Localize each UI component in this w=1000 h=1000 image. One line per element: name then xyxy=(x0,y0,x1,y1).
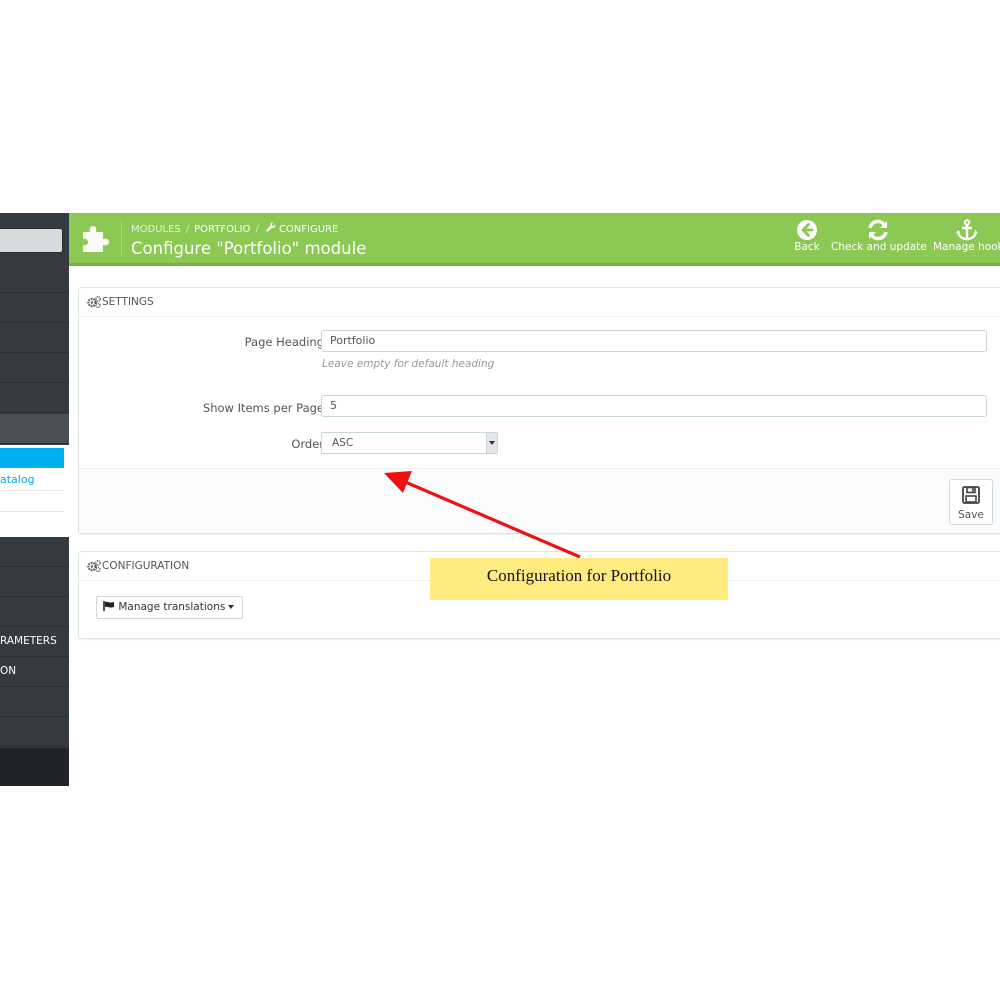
sidebar: atalog RAMETERS ON xyxy=(0,213,69,786)
sidebar-item-modules[interactable] xyxy=(0,414,69,444)
breadcrumb-modules[interactable]: MODULES xyxy=(131,224,181,235)
sidebar-submenu: atalog xyxy=(0,445,69,537)
main-content: SETTINGS Page Heading Portfolio Leave em… xyxy=(69,266,1000,786)
sidebar-item-section[interactable]: ON xyxy=(0,657,69,687)
settings-panel-title: SETTINGS xyxy=(102,296,154,308)
breadcrumb-portfolio[interactable]: PORTFOLIO xyxy=(194,224,250,235)
sidebar-subitem-catalog[interactable]: atalog xyxy=(0,470,64,491)
page-title: Configure "Portfolio" module xyxy=(131,239,367,258)
settings-panel-heading: SETTINGS xyxy=(79,288,1000,317)
check-and-update-label: Check and update xyxy=(831,241,927,253)
sidebar-item[interactable] xyxy=(0,687,69,717)
sidebar-item[interactable] xyxy=(0,293,69,323)
breadcrumb: MODULES / PORTFOLIO / CONFIGURE xyxy=(131,222,339,235)
anchor-icon xyxy=(933,219,1000,241)
back-button[interactable]: Back xyxy=(793,219,821,253)
sidebar-item[interactable] xyxy=(0,597,69,627)
sidebar-item[interactable] xyxy=(0,717,69,747)
sidebar-subitem[interactable] xyxy=(0,491,64,512)
settings-panel-footer: Save xyxy=(79,468,1000,533)
settings-panel: SETTINGS Page Heading Portfolio Leave em… xyxy=(78,287,1000,534)
manage-translations-label: Manage translations xyxy=(118,601,226,613)
sidebar-item[interactable] xyxy=(0,323,69,353)
page-heading-input[interactable]: Portfolio xyxy=(321,330,987,352)
cogs-icon xyxy=(87,296,101,308)
sidebar-item-parameters[interactable]: RAMETERS xyxy=(0,627,69,657)
flag-icon xyxy=(103,601,114,611)
back-label: Back xyxy=(794,241,820,253)
refresh-icon xyxy=(831,219,925,241)
sidebar-item-label: ON xyxy=(0,665,17,677)
sidebar-footer xyxy=(0,748,69,786)
sidebar-item[interactable] xyxy=(0,567,69,597)
arrow-left-circle-icon xyxy=(793,219,821,241)
screenshot-region: atalog RAMETERS ON MODULES / PORTFOLIO / CO… xyxy=(0,213,1000,786)
sidebar-item[interactable] xyxy=(0,353,69,383)
wrench-icon xyxy=(266,222,276,235)
page-header: MODULES / PORTFOLIO / CONFIGURE Configure "… xyxy=(69,213,1000,266)
save-label: Save xyxy=(958,509,984,521)
breadcrumb-configure: CONFIGURE xyxy=(278,224,339,235)
sidebar-subitem-label: atalog xyxy=(0,473,35,486)
manage-hooks-button[interactable]: Manage hook xyxy=(933,219,1000,253)
check-and-update-button[interactable]: Check and update xyxy=(831,219,927,253)
sidebar-item[interactable] xyxy=(0,537,69,567)
sidebar-item[interactable] xyxy=(0,383,69,413)
order-label: Order xyxy=(291,437,324,451)
order-select[interactable]: ASC xyxy=(321,432,498,454)
save-button[interactable]: Save xyxy=(949,479,993,525)
puzzle-icon xyxy=(83,226,109,252)
sidebar-item-label: RAMETERS xyxy=(0,635,57,647)
manage-translations-button[interactable]: Manage translations xyxy=(96,596,244,619)
page-heading-help: Leave empty for default heading xyxy=(322,358,495,370)
order-select-value: ASC xyxy=(332,437,354,449)
floppy-disk-icon xyxy=(962,486,980,504)
sidebar-item[interactable] xyxy=(0,263,69,293)
caret-down-icon xyxy=(228,605,235,609)
items-per-page-label: Show Items per Page xyxy=(202,401,324,415)
header-divider xyxy=(121,220,122,256)
page-heading-label: Page Heading xyxy=(244,335,324,349)
select-arrow-icon xyxy=(486,433,497,453)
configuration-panel-title: CONFIGURATION xyxy=(102,560,190,572)
items-per-page-input[interactable]: 5 xyxy=(321,395,987,417)
sidebar-search-input[interactable] xyxy=(0,228,63,253)
manage-hooks-label: Manage hook xyxy=(933,241,1000,253)
annotation-callout: Configuration for Portfolio xyxy=(430,558,728,600)
sidebar-subitem-active[interactable] xyxy=(0,448,64,468)
cogs-icon xyxy=(87,560,101,572)
